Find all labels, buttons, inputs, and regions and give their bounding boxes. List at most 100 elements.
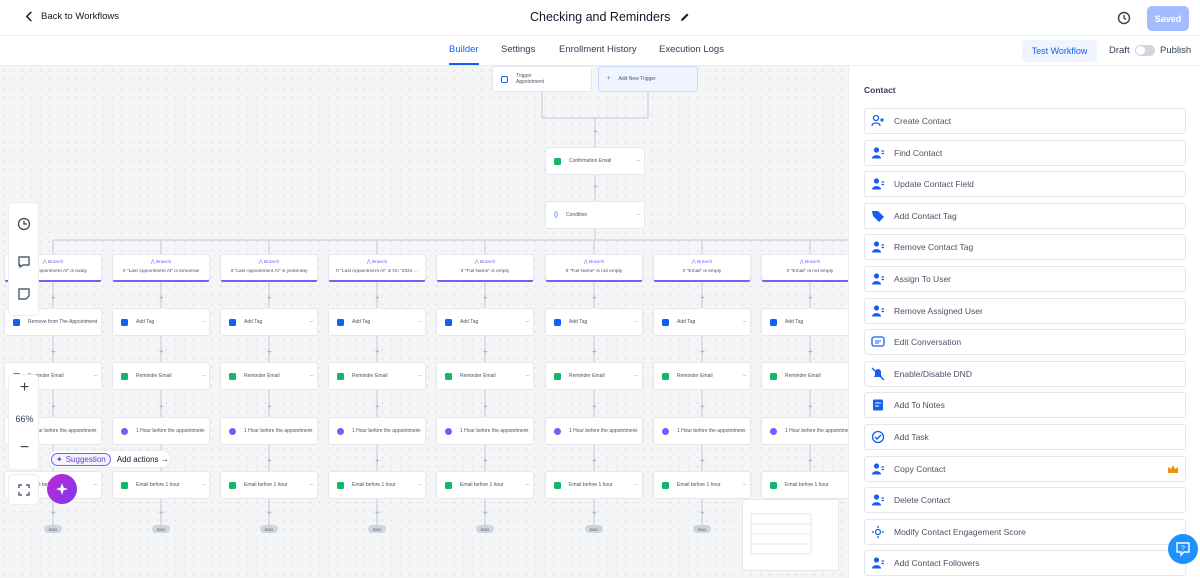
more-icon[interactable]: ··· xyxy=(93,428,98,435)
add-step-icon[interactable]: + xyxy=(483,456,488,465)
add-step-icon[interactable]: + xyxy=(267,402,272,411)
fit-view-button[interactable] xyxy=(8,474,39,505)
sticky-note-icon[interactable] xyxy=(17,287,31,301)
add-step-icon[interactable]: + xyxy=(592,347,597,356)
action-copy-contact[interactable]: Copy Contact xyxy=(864,455,1186,482)
add-step-icon[interactable]: + xyxy=(483,347,488,356)
add-step-icon[interactable]: + xyxy=(700,347,705,356)
add-step-icon[interactable]: + xyxy=(267,347,272,356)
more-icon[interactable]: ··· xyxy=(636,158,641,165)
step-node[interactable]: 1 Hour before the appointment··· xyxy=(112,417,210,445)
step-node[interactable]: Reminder Email··· xyxy=(545,362,643,390)
publish-toggle[interactable] xyxy=(1135,45,1155,56)
add-new-trigger-node[interactable]: + Add New Trigger xyxy=(598,66,698,92)
add-actions-button[interactable]: Add actions → xyxy=(117,455,169,464)
add-step-icon[interactable]: + xyxy=(375,508,380,517)
step-node[interactable]: Add Tag··· xyxy=(761,308,848,336)
tab-builder[interactable]: Builder xyxy=(449,44,479,55)
step-node[interactable]: Reminder Email··· xyxy=(761,362,848,390)
add-step-icon[interactable]: + xyxy=(51,402,56,411)
more-icon[interactable]: ··· xyxy=(201,428,206,435)
action-add-contact-followers[interactable]: Add Contact Followers xyxy=(864,550,1186,577)
step-node[interactable]: 1 Hour before the appointment··· xyxy=(545,417,643,445)
more-icon[interactable]: ··· xyxy=(417,319,422,326)
add-step-icon[interactable]: + xyxy=(267,508,272,517)
add-step-icon[interactable]: + xyxy=(700,293,705,302)
step-node[interactable]: Add Tag··· xyxy=(436,308,534,336)
action-delete-contact[interactable]: Delete Contact xyxy=(864,487,1186,514)
more-icon[interactable]: ··· xyxy=(742,428,747,435)
minimap[interactable] xyxy=(742,499,839,571)
branch-node[interactable]: ⋀ Branch If "Full Name" is empty xyxy=(436,254,534,282)
add-step-icon[interactable]: + xyxy=(700,508,705,517)
more-icon[interactable]: ··· xyxy=(525,482,530,489)
add-step-icon[interactable]: + xyxy=(483,508,488,517)
comment-icon[interactable] xyxy=(17,255,31,269)
add-step-icon[interactable]: + xyxy=(51,508,56,517)
add-step-icon[interactable]: + xyxy=(375,347,380,356)
action-create-contact[interactable]: Create Contact xyxy=(864,108,1186,134)
add-step-icon[interactable]: + xyxy=(267,293,272,302)
add-step-icon[interactable]: + xyxy=(700,402,705,411)
add-step-icon[interactable]: + xyxy=(592,456,597,465)
workflow-title[interactable]: Checking and Reminders xyxy=(530,10,690,24)
add-step-icon[interactable]: + xyxy=(375,456,380,465)
branch-node[interactable]: ⋀ Branch If "Last Appointment At" is yest… xyxy=(220,254,318,282)
tab-settings[interactable]: Settings xyxy=(501,44,535,55)
more-icon[interactable]: ··· xyxy=(525,428,530,435)
action-modify-contact-engagement-score[interactable]: Modify Contact Engagement Score xyxy=(864,518,1186,545)
more-icon[interactable]: ··· xyxy=(634,373,639,380)
add-step-icon[interactable]: + xyxy=(51,347,56,356)
saved-button[interactable]: Saved xyxy=(1147,6,1189,31)
step-node[interactable]: 1 Hour before the appointment··· xyxy=(220,417,318,445)
action-remove-assigned-user[interactable]: Remove Assigned User xyxy=(864,297,1186,324)
step-node[interactable]: Reminder Email··· xyxy=(220,362,318,390)
step-node[interactable]: 1 Hour before the appointment··· xyxy=(328,417,426,445)
more-icon[interactable]: ··· xyxy=(525,373,530,380)
history-icon[interactable] xyxy=(1117,11,1131,25)
add-step-icon[interactable]: + xyxy=(483,402,488,411)
add-step-icon[interactable]: + xyxy=(51,293,56,302)
add-step-icon[interactable]: + xyxy=(700,456,705,465)
add-step-icon[interactable]: + xyxy=(808,456,813,465)
step-node[interactable]: Email before 1 hour ··· xyxy=(436,471,534,499)
trigger-node[interactable]: Trigger Appointment xyxy=(492,66,592,92)
step-node[interactable]: Add Tag··· xyxy=(545,308,643,336)
more-icon[interactable]: ··· xyxy=(417,428,422,435)
more-icon[interactable]: ··· xyxy=(742,482,747,489)
step-node[interactable]: Add Tag··· xyxy=(112,308,210,336)
workflow-canvas[interactable]: Trigger Appointment + Add New Trigger Con… xyxy=(0,66,848,578)
more-icon[interactable]: ··· xyxy=(309,319,314,326)
test-workflow-button[interactable]: Test Workflow xyxy=(1022,40,1097,62)
more-icon[interactable]: ··· xyxy=(636,212,641,219)
add-step-icon[interactable]: + xyxy=(593,182,598,191)
help-chat-button[interactable]: ? xyxy=(1168,534,1198,564)
add-step-icon[interactable]: + xyxy=(159,508,164,517)
step-node[interactable]: Email before 1 hour ··· xyxy=(112,471,210,499)
more-icon[interactable]: ··· xyxy=(634,428,639,435)
ai-assistant-button[interactable] xyxy=(47,474,77,504)
more-icon[interactable]: ··· xyxy=(93,482,98,489)
more-icon[interactable]: ··· xyxy=(417,373,422,380)
more-icon[interactable]: ··· xyxy=(525,319,530,326)
branch-node[interactable]: ⋀ Branch If "Last Appointment At" is tomo… xyxy=(112,254,210,282)
add-step-icon[interactable]: + xyxy=(808,402,813,411)
suggestion-button[interactable]: ✦ Suggestion xyxy=(51,452,111,466)
add-step-icon[interactable]: + xyxy=(483,293,488,302)
branch-node[interactable]: ⋀ Branch If "Last Appointment At" is On "… xyxy=(328,254,426,282)
more-icon[interactable]: ··· xyxy=(309,373,314,380)
more-icon[interactable]: ··· xyxy=(634,319,639,326)
step-node[interactable]: Email before 1 hour ··· xyxy=(545,471,643,499)
add-step-icon[interactable]: + xyxy=(808,347,813,356)
step-node[interactable]: 1 Hour before the appointment··· xyxy=(436,417,534,445)
confirmation-email-node[interactable]: Confirmation Email ··· xyxy=(545,147,645,175)
action-add-contact-tag[interactable]: Add Contact Tag xyxy=(864,202,1186,229)
branch-node[interactable]: ⋀ Branch If "Full Name" is not empty xyxy=(545,254,643,282)
condition-node[interactable]: {} Condition ··· xyxy=(545,201,645,229)
more-icon[interactable]: ··· xyxy=(742,373,747,380)
history-icon[interactable] xyxy=(17,217,31,231)
branch-node[interactable]: ⋀ Branch If "Email" is empty xyxy=(653,254,751,282)
add-step-icon[interactable]: + xyxy=(375,402,380,411)
step-node[interactable]: Add Tag··· xyxy=(653,308,751,336)
add-step-icon[interactable]: + xyxy=(159,293,164,302)
